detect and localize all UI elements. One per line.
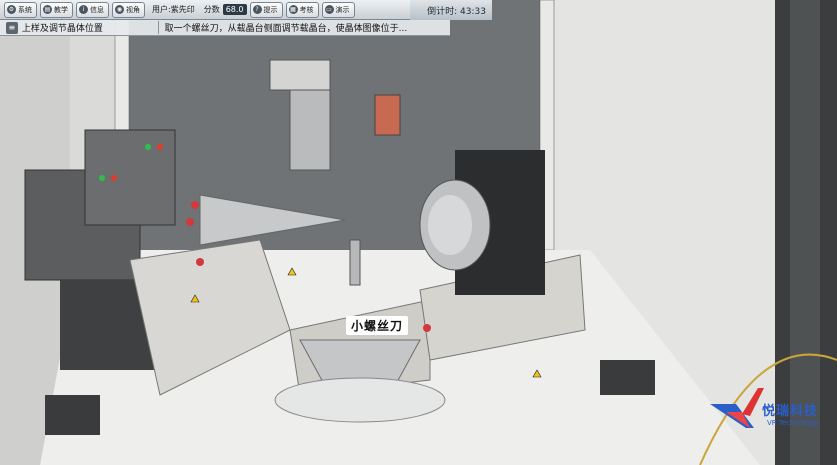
hint-button[interactable]: ? 提示: [249, 1, 283, 18]
view-button[interactable]: ◉ 视角: [112, 1, 145, 18]
book-icon: ▤: [43, 5, 52, 14]
countdown-timer: 倒计时: 43:33: [410, 0, 492, 20]
gear-icon: ⚙: [7, 5, 16, 14]
step-icon: ≡: [6, 21, 18, 34]
screwdriver-label[interactable]: 小螺丝刀: [346, 316, 409, 335]
camera-icon: ◉: [115, 5, 124, 14]
info-button[interactable]: i 信息: [76, 1, 109, 18]
brand-subtitle: VR Technology: [767, 419, 819, 427]
score-label: 分数: [203, 5, 220, 14]
demo-button[interactable]: ▭ 演示: [321, 1, 355, 18]
info-icon: i: [79, 5, 88, 14]
system-button[interactable]: ⚙ 系统: [4, 1, 37, 18]
demo-label: 演示: [335, 5, 350, 14]
exam-button[interactable]: ▦ 考核: [285, 1, 319, 18]
monitor-icon: ▭: [324, 5, 334, 14]
view-label: 视角: [126, 5, 140, 14]
step-title: 上样及调节晶体位置: [21, 24, 103, 34]
clipboard-icon: ▦: [288, 5, 298, 14]
question-icon: ?: [252, 5, 262, 14]
exam-label: 考核: [299, 5, 314, 14]
teaching-button[interactable]: ▤ 教学: [40, 1, 73, 18]
system-label: 系统: [18, 5, 32, 14]
user-name: 用户:紫先印: [152, 5, 195, 14]
brand-name: 悦瑞科技: [762, 404, 819, 419]
info-label: 信息: [90, 5, 104, 14]
teaching-label: 教学: [54, 5, 68, 14]
score-value: 68.0: [222, 4, 247, 15]
hint-label: 提示: [263, 5, 278, 14]
step-bar: ≡ 上样及调节晶体位置 取一个螺丝刀，从载晶台侧面调节载晶台，使晶体图像位于..…: [0, 20, 450, 36]
step-instruction: 取一个螺丝刀，从载晶台侧面调节载晶台，使晶体图像位于...: [157, 21, 450, 34]
